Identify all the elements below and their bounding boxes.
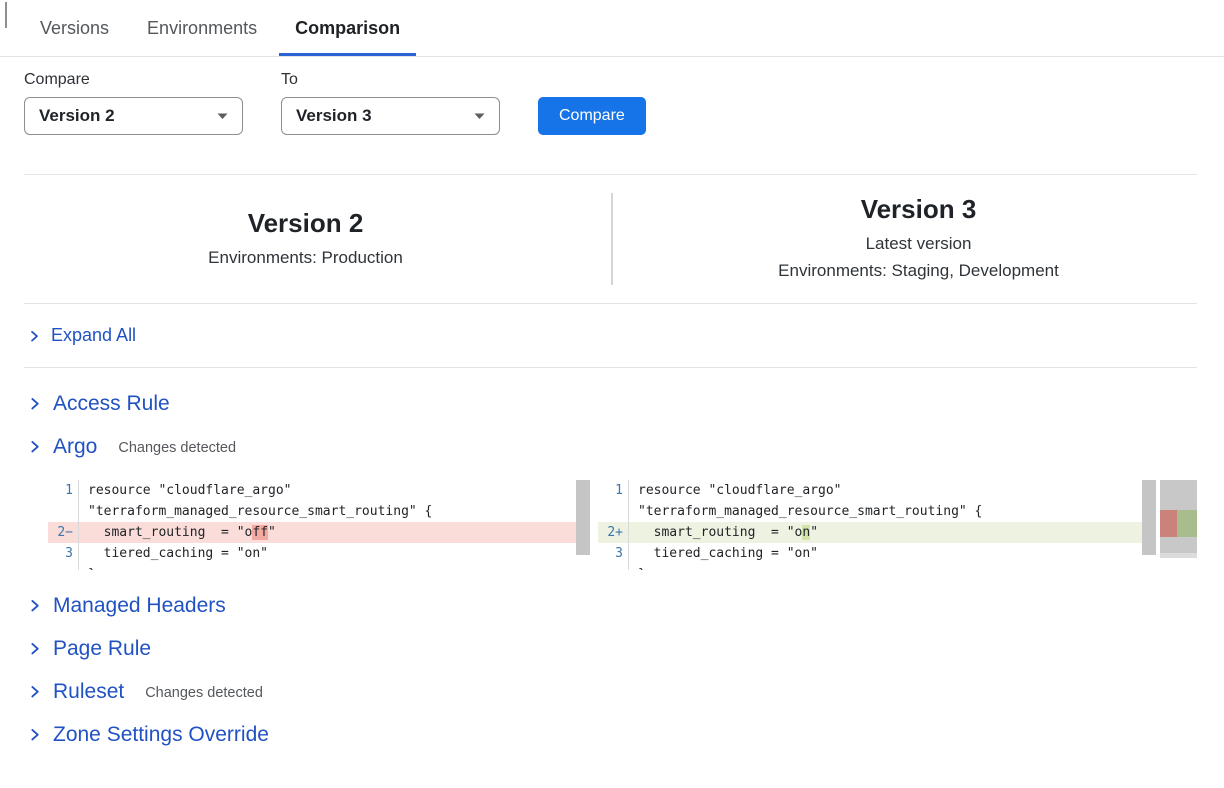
version-header-right: Version 3 Latest version Environments: S… [613, 194, 1224, 284]
compare-from-select[interactable]: Version 2 [24, 97, 243, 135]
code-left: 1resource "cloudflare_argo""terraform_ma… [48, 480, 590, 570]
compare-button[interactable]: Compare [538, 97, 646, 135]
line-number: 2− [48, 522, 78, 543]
code-text: resource "cloudflare_argo" [78, 480, 292, 501]
version-headers: Version 2 Environments: Production Versi… [0, 175, 1224, 303]
left-version-environments: Environments: Production [208, 244, 403, 271]
compare-from-label: Compare [24, 71, 243, 89]
argo-diff-view: 1resource "cloudflare_argo""terraform_ma… [48, 480, 1224, 570]
left-diff-scrollbar[interactable] [576, 480, 590, 570]
section-label: Argo [53, 435, 97, 459]
diff-minimap[interactable] [1160, 480, 1197, 558]
line-number: 1 [598, 480, 628, 501]
line-number [48, 501, 78, 522]
line-number: 3 [48, 543, 78, 564]
chevron-right-icon [28, 599, 41, 612]
code-text: } [628, 564, 646, 570]
caret-down-icon [217, 113, 228, 120]
compare-form: Compare Version 2 To Version 3 Compare [24, 71, 1224, 135]
code-line: } [48, 564, 590, 570]
code-line: 3 tiered_caching = "on" [48, 543, 590, 564]
section-label: Page Rule [53, 637, 151, 661]
line-number: 1 [48, 480, 78, 501]
section-managed-headers[interactable]: Managed Headers [0, 584, 1224, 627]
caret-down-icon [474, 113, 485, 120]
chevron-right-icon [28, 642, 41, 655]
section-label: Access Rule [53, 392, 170, 416]
expand-all-button[interactable]: Expand All [0, 304, 1224, 367]
tab-versions[interactable]: Versions [24, 0, 125, 56]
chevron-right-icon [28, 330, 40, 342]
diff-panel-left[interactable]: 1resource "cloudflare_argo""terraform_ma… [48, 480, 590, 570]
code-text: "terraform_managed_resource_smart_routin… [78, 501, 432, 522]
line-number: 2+ [598, 522, 628, 543]
compare-to-select[interactable]: Version 3 [281, 97, 500, 135]
compare-from-field: Compare Version 2 [24, 71, 243, 135]
code-line: } [598, 564, 1156, 570]
section-label: Ruleset [53, 680, 124, 704]
section-argo[interactable]: Argo Changes detected [0, 425, 1224, 468]
screen-edge-artifact [5, 2, 7, 28]
section-access-rule[interactable]: Access Rule [0, 382, 1224, 425]
right-version-title: Version 3 [861, 194, 977, 225]
section-zone-settings-override[interactable]: Zone Settings Override [0, 713, 1224, 756]
compare-to-label: To [281, 71, 500, 89]
code-line: 3 tiered_caching = "on" [598, 543, 1156, 564]
minimap-added-marker [1177, 510, 1197, 537]
compare-from-value: Version 2 [39, 106, 115, 126]
minimap-removed-marker [1160, 510, 1177, 537]
code-text: } [78, 564, 96, 570]
compare-to-field: To Version 3 [281, 71, 500, 135]
section-label: Zone Settings Override [53, 723, 269, 747]
left-version-title: Version 2 [248, 208, 364, 239]
changes-detected-badge: Changes detected [118, 437, 236, 456]
section-page-rule[interactable]: Page Rule [0, 627, 1224, 670]
code-text: tiered_caching = "on" [78, 543, 268, 564]
code-line: 1resource "cloudflare_argo" [48, 480, 590, 501]
scrollbar-thumb[interactable] [1142, 480, 1156, 555]
code-text: smart_routing = "off" [78, 522, 276, 543]
chevron-right-icon [28, 397, 41, 410]
line-number [598, 564, 628, 570]
line-number [48, 564, 78, 570]
changes-detected-badge: Changes detected [145, 682, 263, 701]
code-line: 2+ smart_routing = "on" [598, 522, 1156, 543]
tab-environments[interactable]: Environments [131, 0, 273, 56]
section-label: Managed Headers [53, 594, 226, 618]
right-version-latest: Latest version [866, 230, 972, 257]
tab-bar: Versions Environments Comparison [0, 0, 1224, 57]
code-text: tiered_caching = "on" [628, 543, 818, 564]
diff-word-highlight: ff [252, 525, 268, 540]
code-text: "terraform_managed_resource_smart_routin… [628, 501, 982, 522]
chevron-right-icon [28, 440, 41, 453]
chevron-right-icon [28, 728, 41, 741]
line-number [598, 501, 628, 522]
right-diff-scrollbar[interactable] [1142, 480, 1156, 570]
expand-all-label: Expand All [51, 325, 136, 346]
line-number: 3 [598, 543, 628, 564]
tab-comparison[interactable]: Comparison [279, 0, 416, 56]
chevron-right-icon [28, 685, 41, 698]
code-line: "terraform_managed_resource_smart_routin… [598, 501, 1156, 522]
minimap-footer [1160, 553, 1197, 558]
section-ruleset[interactable]: Ruleset Changes detected [0, 670, 1224, 713]
version-header-left: Version 2 Environments: Production [0, 208, 611, 271]
code-line: 1resource "cloudflare_argo" [598, 480, 1156, 501]
resource-sections: Access Rule Argo Changes detected 1resou… [0, 368, 1224, 756]
right-version-environments: Environments: Staging, Development [778, 257, 1059, 284]
code-line: 2− smart_routing = "off" [48, 522, 590, 543]
compare-to-value: Version 3 [296, 106, 372, 126]
code-text: smart_routing = "on" [628, 522, 818, 543]
code-text: resource "cloudflare_argo" [628, 480, 842, 501]
scrollbar-thumb[interactable] [576, 480, 590, 555]
diff-panel-right[interactable]: 1resource "cloudflare_argo""terraform_ma… [598, 480, 1156, 570]
code-right: 1resource "cloudflare_argo""terraform_ma… [598, 480, 1156, 570]
code-line: "terraform_managed_resource_smart_routin… [48, 501, 590, 522]
